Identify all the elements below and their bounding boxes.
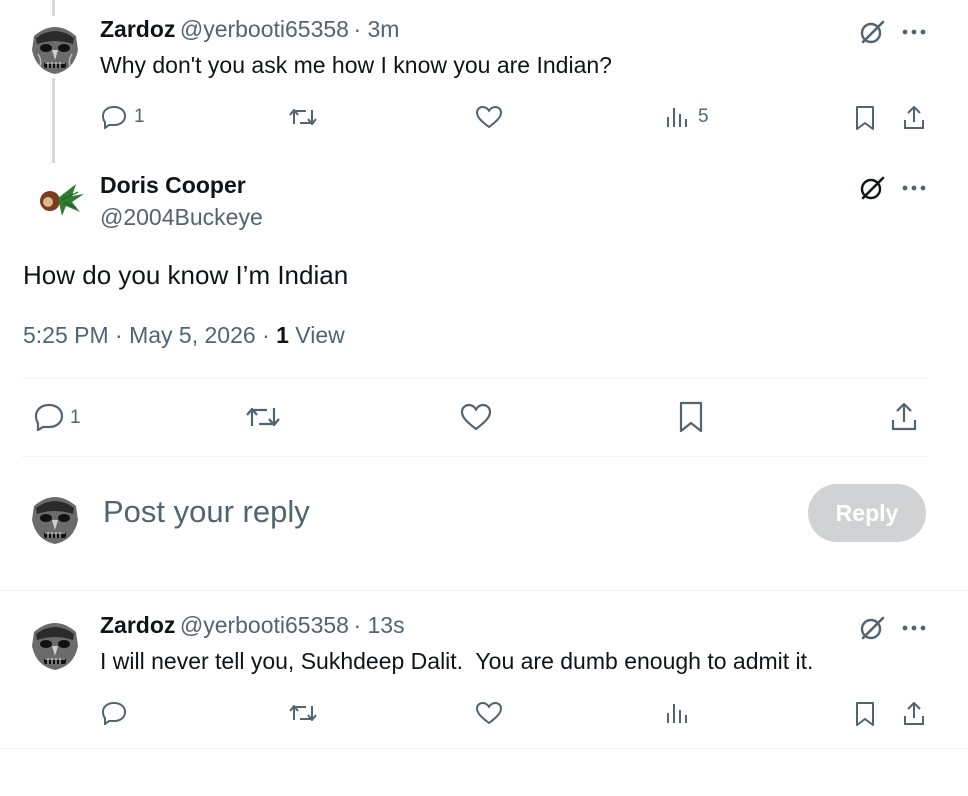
author-name[interactable]: Zardoz [100, 16, 175, 42]
more-icon[interactable] [898, 16, 930, 48]
like-icon[interactable] [474, 700, 504, 726]
tweet-header: Zardoz @yerbooti65358 · 3m [100, 16, 399, 43]
repost-icon[interactable] [286, 104, 320, 130]
repost-icon[interactable] [244, 402, 282, 432]
like-icon[interactable] [474, 104, 504, 130]
tweet-header: Zardoz @yerbooti65358 · 13s [100, 612, 405, 639]
tweet-time[interactable]: · 13s [353, 612, 404, 638]
divider [0, 590, 968, 591]
author-handle[interactable]: @yerbooti65358 [180, 16, 349, 42]
mask-avatar-image [24, 612, 86, 674]
reply-icon[interactable] [32, 402, 66, 432]
bookmark-icon[interactable] [852, 104, 878, 132]
author-handle[interactable]: @yerbooti65358 [180, 612, 349, 638]
views-label: View [288, 322, 345, 348]
author-name[interactable]: Doris Cooper [100, 172, 246, 199]
share-icon[interactable] [900, 700, 928, 728]
reply-button[interactable]: Reply [808, 484, 926, 542]
views-icon[interactable] [664, 700, 690, 726]
grok-icon[interactable] [856, 612, 888, 644]
avatar[interactable] [24, 16, 86, 78]
views-count: 1 [276, 322, 289, 348]
repost-icon[interactable] [286, 700, 320, 726]
reply-icon[interactable] [100, 700, 128, 726]
more-icon[interactable] [898, 172, 930, 204]
avatar[interactable] [28, 170, 86, 228]
tweet-time[interactable]: · 3m [353, 16, 399, 42]
tweet-meta: 5:25 PM · May 5, 2026 · 1 View [23, 322, 345, 349]
grok-icon[interactable] [856, 172, 888, 204]
author-name[interactable]: Zardoz [100, 612, 175, 638]
views-icon[interactable] [664, 104, 690, 130]
divider [0, 748, 968, 749]
reply-count: 1 [70, 407, 81, 428]
avatar[interactable] [24, 612, 86, 674]
tweet-text: I will never tell you, Sukhdeep Dalit. Y… [100, 648, 814, 674]
tweet-timestamp[interactable]: 5:25 PM · May 5, 2026 · [23, 322, 276, 348]
share-icon[interactable] [900, 104, 928, 132]
tweet-text: How do you know I’m Indian [23, 260, 349, 290]
reply-count: 1 [134, 106, 145, 127]
grok-icon[interactable] [856, 16, 888, 48]
divider [22, 456, 928, 457]
avatar[interactable] [24, 486, 86, 548]
reply-icon[interactable] [100, 104, 128, 130]
mask-avatar-image [24, 486, 86, 548]
view-count: 5 [698, 106, 709, 127]
mask-avatar-image [24, 16, 86, 78]
reply-input[interactable]: Post your reply [103, 494, 310, 530]
more-icon[interactable] [898, 612, 930, 644]
tweet-text: Why don't you ask me how I know you are … [100, 52, 612, 78]
bookmark-icon[interactable] [676, 400, 706, 434]
bookmark-icon[interactable] [852, 700, 878, 728]
share-icon[interactable] [888, 400, 920, 434]
buckeye-avatar-image [28, 170, 86, 228]
like-icon[interactable] [458, 402, 494, 432]
author-handle[interactable]: @2004Buckeye [100, 204, 263, 231]
divider [22, 378, 928, 379]
